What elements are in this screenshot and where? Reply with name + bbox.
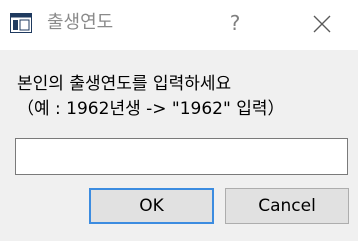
window-app-icon — [10, 13, 32, 33]
ok-button[interactable]: OK — [89, 188, 214, 224]
close-icon[interactable] — [300, 7, 344, 41]
window-title: 출생연도 — [47, 12, 114, 33]
cancel-button[interactable]: Cancel — [225, 188, 349, 224]
prompt-text-line-1: 본인의 출생연도를 입력하세요 — [17, 74, 232, 94]
input-dialog: 출생연도 ? 본인의 출생연도를 입력하세요 （예 : 1962년생 -> "1… — [0, 0, 358, 241]
birth-year-input[interactable] — [15, 138, 348, 175]
prompt-text-line-2: （예 : 1962년생 -> "1962" 입력） — [17, 99, 285, 119]
help-button[interactable]: ? — [218, 8, 252, 38]
title-bar: 출생연도 ? — [0, 0, 358, 50]
